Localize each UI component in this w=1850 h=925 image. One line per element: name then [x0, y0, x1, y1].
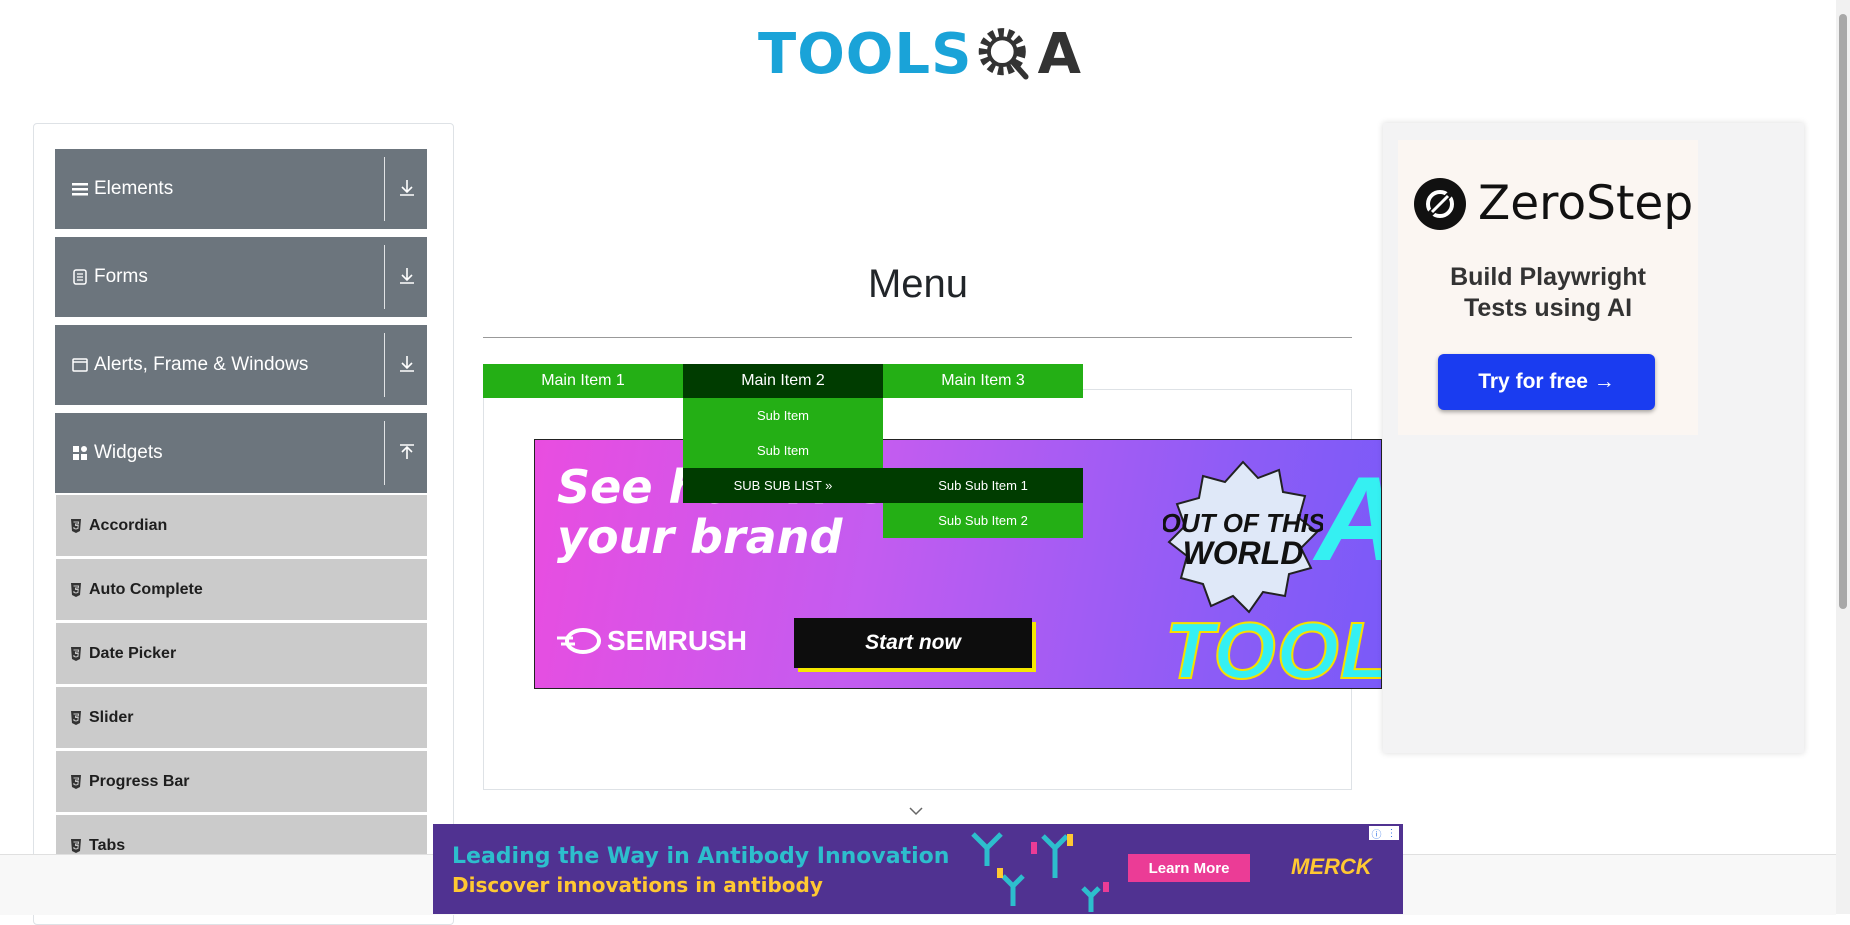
sidebar-item-date-picker[interactable]: Date Picker — [56, 623, 427, 685]
download-arrow-icon — [400, 180, 414, 196]
sidebar-group-label: Elements — [94, 178, 174, 199]
html5-icon — [71, 838, 81, 853]
chevron-down-icon[interactable] — [909, 806, 923, 816]
document-icon — [73, 269, 87, 285]
grid-icon — [73, 446, 87, 460]
sidebar-item-auto-complete[interactable]: Auto Complete — [56, 559, 427, 621]
logo-text-tools: TOOLS — [758, 21, 973, 87]
scrollbar-thumb[interactable] — [1839, 14, 1847, 609]
zerostep-logo-icon — [1414, 177, 1466, 230]
sidebar-item-label: Accordian — [89, 516, 168, 534]
merck-ad-line-1: Leading the Way in Antibody Innovation — [452, 844, 950, 869]
menu-main-item-2[interactable]: Main Item 2 — [683, 364, 883, 398]
more-icon: ⋮ — [1386, 827, 1397, 839]
title-divider — [483, 337, 1352, 338]
gear-magnifier-icon — [979, 28, 1029, 80]
menu-sub-sub-item-1[interactable]: Sub Sub Item 1 — [883, 468, 1083, 503]
merck-logo: MERCK — [1291, 854, 1372, 879]
sidebar-item-accordian[interactable]: Accordian — [56, 495, 427, 557]
sidebar-group-label: Alerts, Frame & Windows — [94, 354, 309, 375]
ad-bottom-word: TOOLK — [1164, 605, 1381, 689]
zerostep-tagline: Build Playwright Tests using AI — [1398, 262, 1698, 324]
sidebar-item-label: Date Picker — [89, 644, 177, 662]
menu-main-item-3[interactable]: Main Item 3 — [883, 364, 1083, 398]
badge-text-2: WORLD — [1183, 535, 1304, 571]
ad-choices-icon[interactable]: ⓘ ⋮ — [1369, 826, 1399, 841]
menu-sub-item[interactable]: Sub Item — [683, 433, 883, 468]
sidebar-group-forms[interactable]: Forms — [55, 237, 427, 317]
sidebar-item-slider[interactable]: Slider — [56, 687, 427, 749]
start-now-button[interactable]: Start now — [794, 618, 1032, 668]
semrush-brand-text: SEMRUSH — [607, 625, 748, 656]
html5-icon — [71, 518, 81, 533]
badge-text-1: OUT OF THIS — [1163, 508, 1323, 538]
zerostep-tagline-line-1: Build Playwright — [1450, 263, 1646, 291]
ad-big-letter: A — [1315, 450, 1381, 588]
sidebar-item-label: Auto Complete — [89, 580, 203, 598]
download-arrow-icon — [400, 356, 414, 372]
sidebar-group-elements[interactable]: Elements — [55, 149, 427, 229]
divider — [384, 421, 385, 485]
sidebar-item-label: Progress Bar — [89, 772, 190, 790]
semrush-flame-icon — [557, 628, 601, 654]
download-arrow-icon — [400, 268, 414, 284]
learn-more-button[interactable]: Learn More — [1128, 854, 1250, 882]
html5-icon — [71, 774, 81, 789]
semrush-logo: SEMRUSH — [555, 625, 747, 657]
sidebar-item-label: Tabs — [89, 836, 126, 854]
toolsqa-logo[interactable]: TOOLS A — [758, 14, 1082, 94]
html5-icon — [71, 582, 81, 597]
window-icon — [72, 358, 88, 372]
antibody-illustration — [971, 832, 1109, 912]
info-icon: ⓘ — [1371, 829, 1382, 841]
divider — [384, 333, 385, 397]
page-title: Menu — [867, 262, 969, 306]
out-of-this-world-badge: OUT OF THIS WORLD — [1163, 460, 1323, 614]
merck-ad-line-2: Discover innovations in antibody — [452, 873, 823, 897]
menu-main-item-1[interactable]: Main Item 1 — [483, 364, 683, 398]
divider — [384, 245, 385, 309]
zerostep-logo: ZeroStep — [1414, 176, 1693, 231]
zerostep-brand-text: ZeroStep — [1478, 176, 1694, 231]
ad-placeholder — [484, 125, 1224, 210]
sidebar-group-label: Forms — [94, 266, 148, 287]
sidebar-item-label: Slider — [89, 708, 134, 726]
menu-sub-sub-list[interactable]: SUB SUB LIST » — [683, 468, 883, 503]
html5-icon — [71, 710, 81, 725]
sidebar-group-label: Widgets — [94, 442, 163, 463]
hamburger-icon — [72, 183, 88, 196]
merck-ad-banner[interactable]: Leading the Way in Antibody Innovation D… — [433, 824, 1403, 914]
menu-sub-sub-item-2[interactable]: Sub Sub Item 2 — [883, 503, 1083, 538]
left-sidebar: Elements Forms Alerts, Frame & Windows W… — [33, 123, 454, 925]
try-for-free-button[interactable]: Try for free → — [1438, 354, 1655, 410]
zerostep-tagline-line-2: Tests using AI — [1463, 294, 1633, 322]
upload-arrow-icon — [400, 444, 414, 459]
sidebar-group-widgets[interactable]: Widgets — [55, 413, 427, 493]
menu-sub-item[interactable]: Sub Item — [683, 398, 883, 433]
logo-text-a: A — [1037, 21, 1082, 87]
sidebar-item-progress-bar[interactable]: Progress Bar — [56, 751, 427, 813]
divider — [384, 157, 385, 221]
html5-icon — [71, 646, 81, 661]
sidebar-group-alerts[interactable]: Alerts, Frame & Windows — [55, 325, 427, 405]
